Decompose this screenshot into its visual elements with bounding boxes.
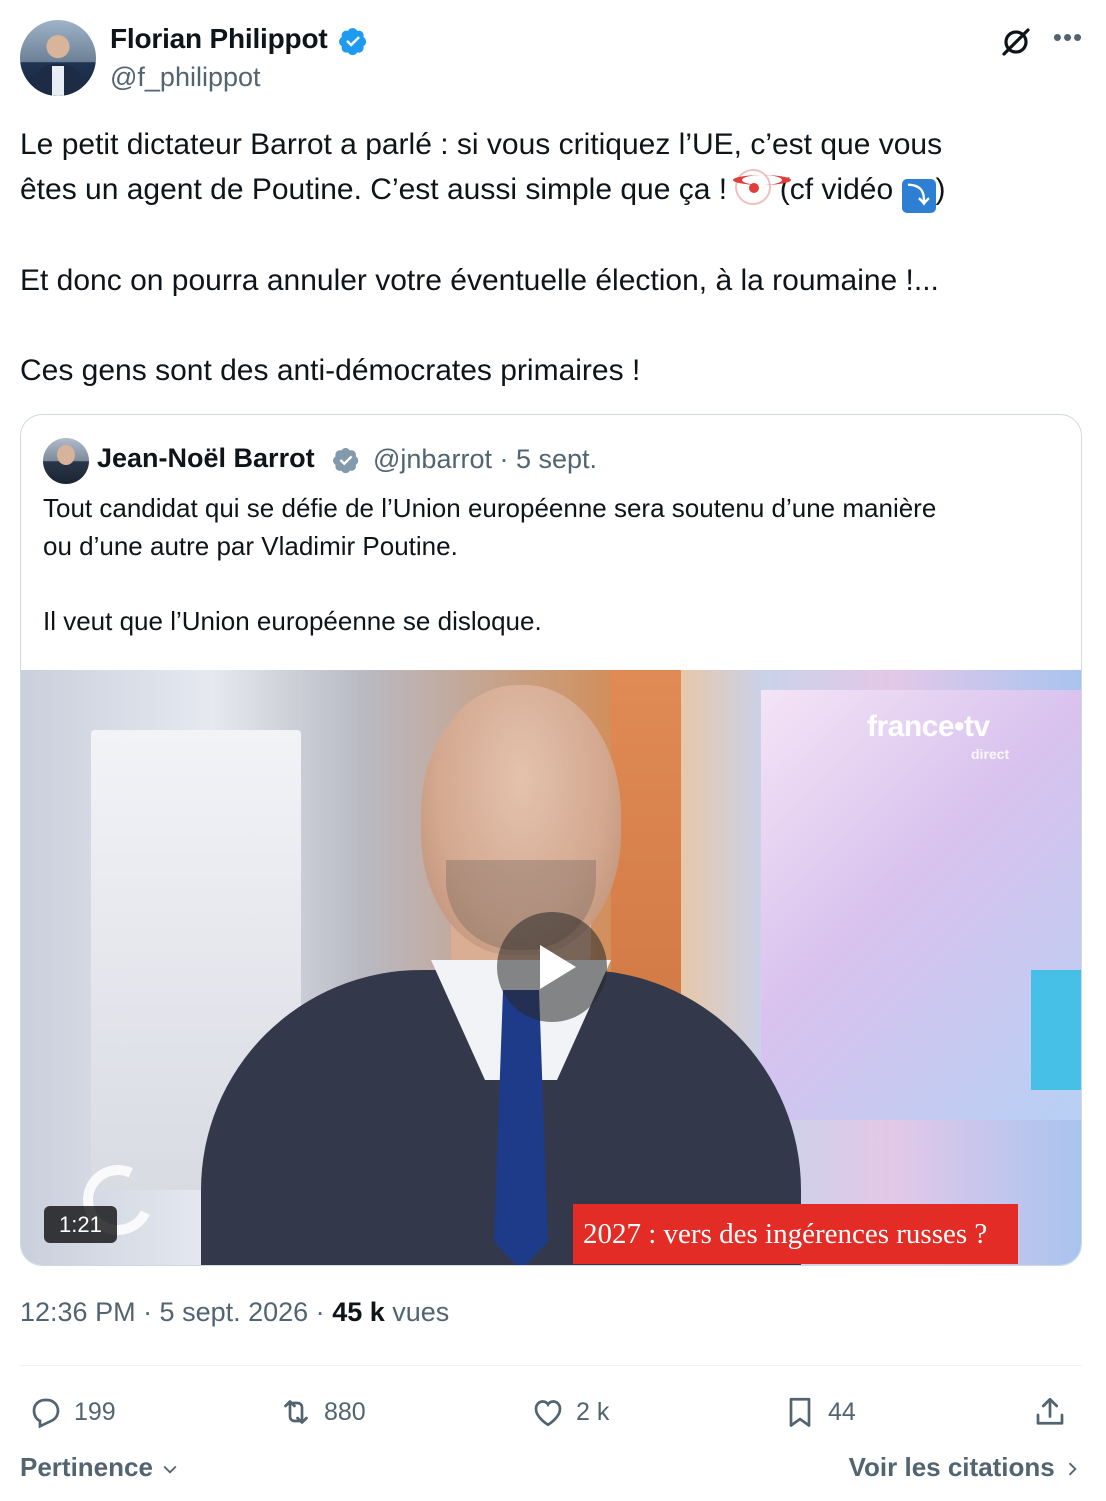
chevron-down-icon: [163, 1465, 177, 1474]
repost-count: 880: [324, 1397, 366, 1426]
bookmark-button[interactable]: 44: [782, 1388, 856, 1436]
verified-badge-icon: [339, 28, 367, 56]
view-quotes-link[interactable]: Voir les citations: [849, 1452, 1082, 1483]
tweet-text: Le petit dictateur Barrot a parlé : si v…: [20, 122, 1086, 393]
quoted-tweet[interactable]: Jean-Noël Barrot @jnbarrot · 5 sept. Tou…: [20, 414, 1082, 1266]
author-name[interactable]: Florian Philippot: [110, 23, 328, 55]
tweet-line-2-mid: (cf vidéo: [771, 173, 902, 206]
reply-button[interactable]: 199: [28, 1388, 116, 1436]
repost-button[interactable]: 880: [278, 1388, 366, 1436]
video-duration: 1:21: [44, 1206, 117, 1243]
quoted-handle-date[interactable]: @jnbarrot · 5 sept.: [373, 444, 597, 475]
view-quotes-label: Voir les citations: [848, 1452, 1055, 1482]
repost-icon: [284, 1400, 308, 1424]
action-bar: 199 880 2 k 44: [20, 1388, 1082, 1438]
like-count: 2 k: [576, 1397, 610, 1426]
tweet-line-2-end: ): [935, 173, 946, 206]
bookmark-count: 44: [828, 1397, 856, 1426]
quoted-author-avatar[interactable]: [43, 438, 89, 484]
heart-icon: [534, 1400, 562, 1427]
quoted-author-name[interactable]: Jean-Noël Barrot: [97, 443, 315, 474]
time-date[interactable]: 12:36 PM · 5 sept. 2026 ·: [20, 1297, 332, 1327]
tweet-paragraph-2: Et donc on pourra annuler votre éventuel…: [20, 264, 939, 297]
share-icon: [1036, 1397, 1064, 1425]
sort-dropdown[interactable]: Pertinence: [20, 1452, 180, 1483]
channel-logo: france•tv: [867, 710, 990, 743]
tweet-header: Florian Philippot @f_philippot •••: [20, 20, 1086, 100]
video-player[interactable]: france•tv direct 1:21 2027 : vers des in…: [21, 670, 1081, 1265]
quoted-text: Tout candidat qui se défie de l’Union eu…: [43, 490, 1063, 640]
quoted-line-1: Tout candidat qui se défie de l’Union eu…: [43, 493, 937, 523]
tweet-line-1: Le petit dictateur Barrot a parlé : si v…: [20, 128, 943, 161]
divider: [20, 1365, 1082, 1366]
avatar-shirt: [52, 66, 64, 96]
author-avatar[interactable]: [20, 20, 96, 96]
down-arrow-emoji-icon: ⤵: [901, 179, 936, 213]
channel-logo-sub: direct: [971, 746, 1010, 762]
tweet-line-2: êtes un agent de Poutine. C’est aussi si…: [20, 167, 1086, 213]
quoted-line-2: ou d’une autre par Vladimir Poutine.: [43, 530, 458, 561]
chevron-right-icon: [1068, 1462, 1077, 1476]
quoted-verified-badge-icon: [333, 447, 359, 474]
share-button[interactable]: [1032, 1388, 1068, 1436]
quoted-line-3: Il veut que l’Union européenne se disloq…: [43, 605, 542, 636]
like-button[interactable]: 2 k: [530, 1388, 609, 1436]
more-icon[interactable]: •••: [1050, 24, 1086, 60]
grok-icon[interactable]: [998, 24, 1034, 60]
views-count: 45 k: [332, 1297, 385, 1327]
bookmark-icon: [789, 1397, 811, 1427]
views-label: vues: [384, 1297, 450, 1327]
reply-icon: [32, 1398, 60, 1429]
reply-count: 199: [74, 1397, 116, 1426]
tweet-paragraph-3: Ces gens sont des anti-démocrates primai…: [20, 354, 641, 387]
sort-label: Pertinence: [20, 1452, 153, 1482]
video-banner: 2027 : vers des ingérences russes ?: [573, 1204, 1018, 1264]
play-button[interactable]: [497, 912, 607, 1022]
tweet-line-2-start: êtes un agent de Poutine. C’est aussi si…: [20, 173, 736, 206]
author-handle[interactable]: @f_philippot: [110, 62, 261, 93]
tweet-timestamp: 12:36 PM · 5 sept. 2026 · 45 k vues: [20, 1297, 449, 1328]
clown-emoji-icon: [733, 169, 792, 205]
